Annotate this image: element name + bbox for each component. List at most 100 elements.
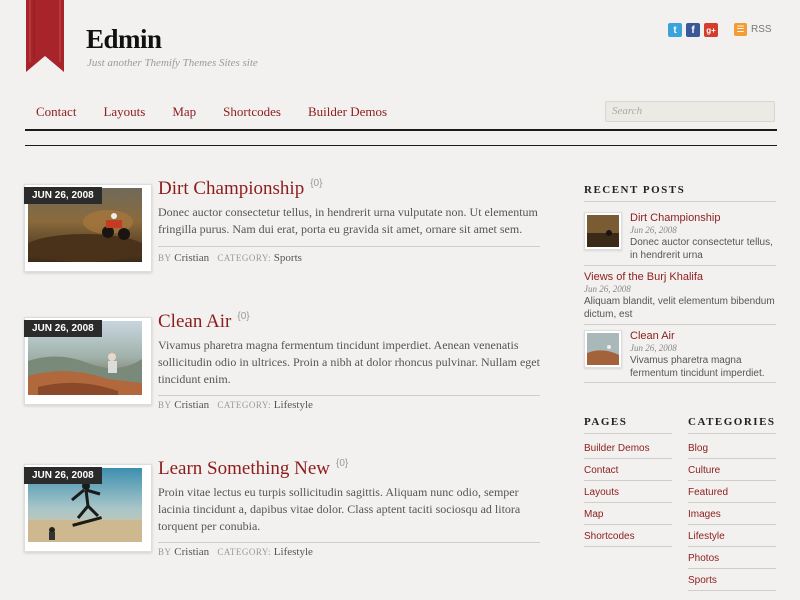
recent-post-thumbnail[interactable] [584,212,622,250]
comment-count[interactable]: {0} [336,458,348,469]
list-item: Contact [584,459,672,481]
nav-item-contact[interactable]: Contact [36,104,76,120]
post-category-link[interactable]: Lifestyle [274,399,313,411]
categories-list: Blog Culture Featured Images Lifestyle P… [688,437,776,591]
list-item: Photos [688,547,776,569]
post-author-link[interactable]: Cristian [174,546,209,558]
recent-post-date: Jun 26, 2008 [630,343,677,353]
nav-item-layouts[interactable]: Layouts [103,104,145,120]
post-category-link[interactable]: Sports [274,252,302,264]
list-item: Blog [688,437,776,459]
site-tagline: Just another Themify Themes Sites site [87,57,258,69]
post-excerpt: Proin vitae lectus eu turpis sollicitudi… [158,485,521,533]
post-meta: BY Cristian CATEGORY: Lifestyle [158,399,313,411]
list-item: Lifestyle [688,525,776,547]
category-label: CATEGORY: [217,253,272,263]
by-label: BY [158,547,172,557]
post-author-link[interactable]: Cristian [174,252,209,264]
post-category-link[interactable]: Lifestyle [274,546,313,558]
post-title[interactable]: Clean Air {0} [158,311,250,333]
main-nav: Contact Layouts Map Shortcodes Builder D… [36,104,414,120]
by-label: BY [158,253,172,263]
category-link[interactable]: Blog [688,443,708,454]
search-input[interactable]: Search [605,101,775,122]
list-item: Builder Demos [584,437,672,459]
post-meta: BY Cristian CATEGORY: Lifestyle [158,546,313,558]
list-item: Shortcodes [584,525,672,547]
widget-divider [584,265,776,266]
comment-count[interactable]: {0} [310,178,322,189]
recent-post-date: Jun 26, 2008 [630,225,677,235]
recent-post-title[interactable]: Clean Air [630,330,776,342]
recent-post-thumbnail[interactable] [584,330,622,368]
comment-count-value: 0 [240,311,247,322]
widget-divider [584,201,776,202]
post-meta: BY Cristian CATEGORY: Sports [158,252,302,264]
post-title-text[interactable]: Clean Air [158,311,231,332]
list-item: Map [584,503,672,525]
nav-item-map[interactable]: Map [172,104,196,120]
pages-list: Builder Demos Contact Layouts Map Shortc… [584,437,672,547]
recent-post-excerpt: Vivamus pharetra magna fermentum tincidu… [630,355,765,379]
recent-post-item: Views of the Burj Khalifa Jun 26, 2008 A… [584,271,776,321]
social-links: t f g+ [668,23,718,37]
category-label: CATEGORY: [217,547,272,557]
categories-heading: CATEGORIES [688,416,776,428]
recent-post-item: Dirt Championship Jun 26, 2008 Donec auc… [584,212,776,262]
site-title[interactable]: Edmin [86,24,162,55]
category-link[interactable]: Featured [688,487,728,498]
google-plus-icon[interactable]: g+ [704,23,718,37]
post-date-badge: JUN 26, 2008 [24,187,102,204]
post-title[interactable]: Learn Something New {0} [158,458,348,480]
widget-divider [584,324,776,325]
category-link[interactable]: Lifestyle [688,531,725,542]
page-link[interactable]: Layouts [584,487,619,498]
list-item: Layouts [584,481,672,503]
widget-divider [584,433,672,434]
post-date-badge: JUN 26, 2008 [24,320,102,337]
clean-air-thumb-image [587,333,619,365]
recent-post-title[interactable]: Views of the Burj Khalifa [584,271,776,283]
list-item: Images [688,503,776,525]
widget-divider [688,433,776,434]
post-title[interactable]: Dirt Championship {0} [158,178,322,200]
post-title-text[interactable]: Dirt Championship [158,178,304,199]
comment-count-value: 0 [339,458,345,469]
comment-count[interactable]: {0} [237,311,249,322]
post-divider [158,542,540,543]
post-divider [158,246,540,247]
pages-heading: PAGES [584,416,628,428]
page-link[interactable]: Builder Demos [584,443,650,454]
recent-post-excerpt: Aliquam blandit, velit elementum bibendu… [584,296,775,320]
rss-icon: ☰ [734,23,747,36]
facebook-icon[interactable]: f [686,23,700,37]
page-link[interactable]: Map [584,509,603,520]
category-link[interactable]: Sports [688,575,717,586]
list-item: Sports [688,569,776,591]
post-author-link[interactable]: Cristian [174,399,209,411]
nav-item-shortcodes[interactable]: Shortcodes [223,104,281,120]
by-label: BY [158,400,172,410]
post-excerpt: Donec auctor consectetur tellus, in hend… [158,205,538,236]
category-link[interactable]: Photos [688,553,719,564]
page-link[interactable]: Contact [584,465,618,476]
post-excerpt: Vivamus pharetra magna fermentum tincidu… [158,338,540,386]
recent-post-date: Jun 26, 2008 [584,284,631,294]
rss-link[interactable]: ☰ RSS [734,23,772,36]
rss-label: RSS [751,24,772,35]
post-title-text[interactable]: Learn Something New [158,458,330,479]
widget-divider [584,382,776,383]
category-link[interactable]: Images [688,509,721,520]
category-label: CATEGORY: [217,400,272,410]
post-divider [158,395,540,396]
header-divider-thin [25,145,777,146]
twitter-icon[interactable]: t [668,23,682,37]
nav-item-builder-demos[interactable]: Builder Demos [308,104,387,120]
recent-post-item: Clean Air Jun 26, 2008 Vivamus pharetra … [584,330,776,380]
page-link[interactable]: Shortcodes [584,531,635,542]
recent-post-title[interactable]: Dirt Championship [630,212,776,224]
comment-count-value: 0 [313,178,320,189]
recent-posts-heading: RECENT POSTS [584,184,686,196]
category-link[interactable]: Culture [688,465,720,476]
header-divider [25,129,777,131]
